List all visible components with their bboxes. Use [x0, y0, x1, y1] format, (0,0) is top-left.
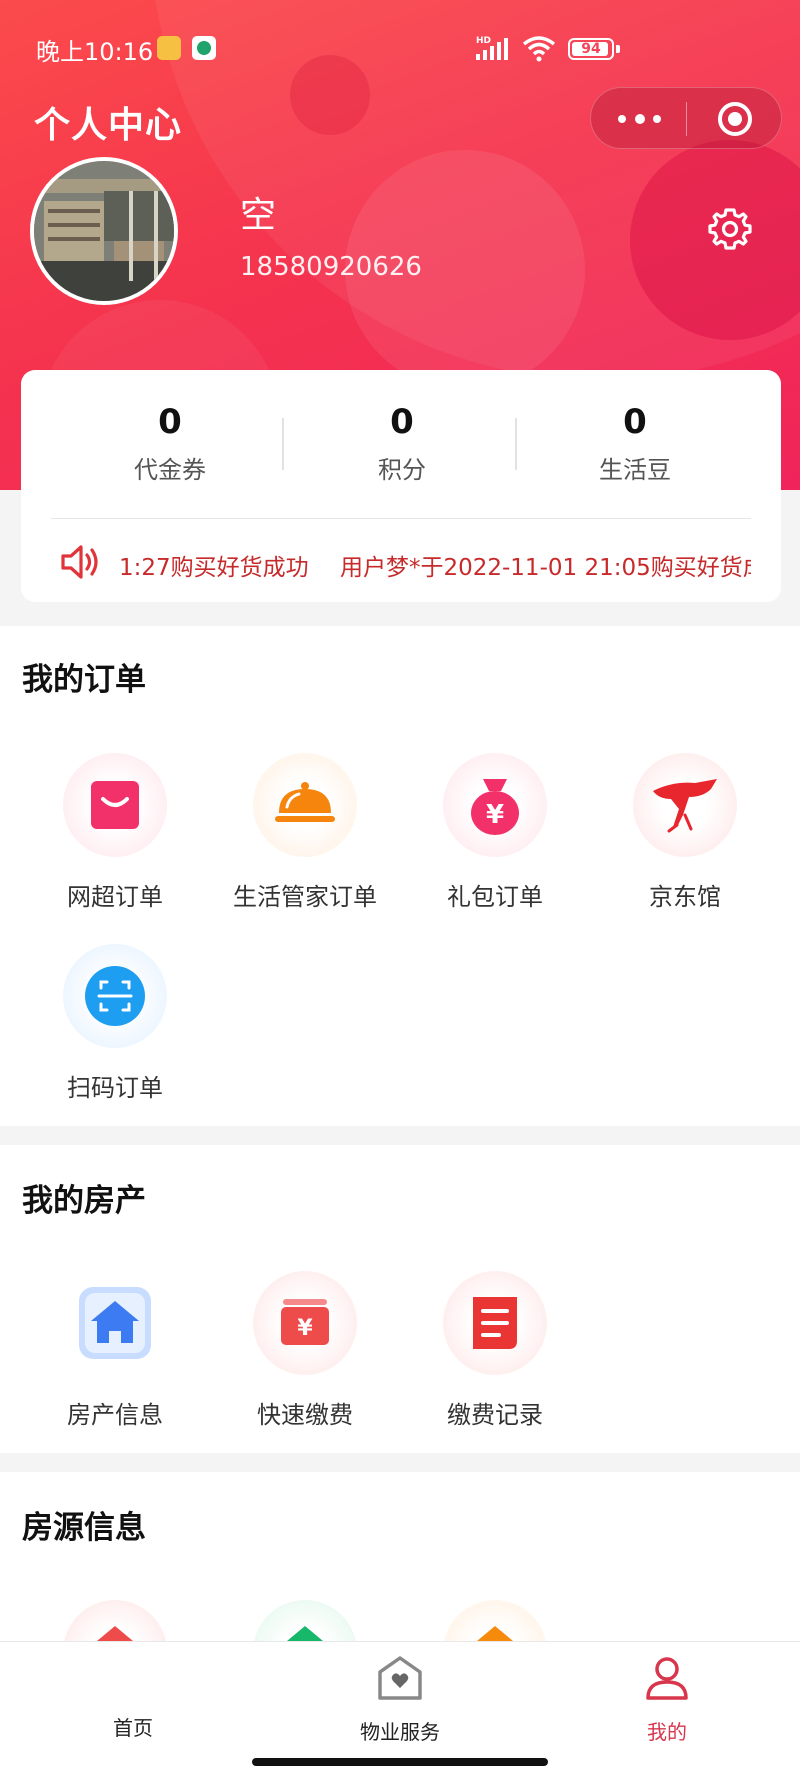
house-green-icon	[253, 1600, 357, 1642]
nav-label: 物业服务	[360, 1720, 440, 1744]
property-label: 缴费记录	[447, 1401, 543, 1429]
property-label: 快速缴费	[257, 1401, 353, 1429]
speaker-icon	[61, 545, 98, 579]
voucher-label: 代金券	[134, 456, 206, 484]
divider	[51, 518, 751, 519]
order-label: 网超订单	[67, 883, 163, 911]
more-dot	[618, 115, 626, 123]
avatar-photo	[34, 161, 174, 301]
bill-icon	[443, 1271, 547, 1375]
shopping-bag-icon	[63, 753, 167, 857]
page-title: 个人中心	[34, 105, 183, 146]
yen-wallet-icon: ¥	[253, 1271, 357, 1375]
nav-property-service[interactable]: 物业服务	[300, 1654, 500, 1745]
close-miniapp-button[interactable]	[687, 88, 783, 150]
stat-divider	[515, 418, 517, 470]
stat-divider	[282, 418, 284, 470]
more-dot	[653, 115, 661, 123]
order-label: 礼包订单	[447, 883, 543, 911]
listing-item[interactable]	[400, 1600, 590, 1642]
listing-item[interactable]	[20, 1600, 210, 1642]
house-icon	[63, 1271, 167, 1375]
property-info[interactable]: 房产信息	[20, 1271, 210, 1430]
house-orange-icon	[443, 1600, 547, 1642]
status-bar: 晚上10:16 HD 94	[0, 28, 800, 68]
nav-label: 首页	[113, 1716, 153, 1740]
nav-home[interactable]: 首页	[33, 1654, 233, 1741]
home-icon	[109, 1654, 157, 1702]
more-button[interactable]	[591, 88, 687, 150]
nav-mine[interactable]: 我的	[567, 1654, 767, 1745]
gear-icon[interactable]	[708, 207, 752, 251]
quick-payment[interactable]: ¥ 快速缴费	[210, 1271, 400, 1430]
section-title: 房源信息	[22, 1510, 146, 1546]
property-service-icon	[378, 1656, 422, 1700]
wifi-icon	[522, 36, 556, 62]
order-jd-store[interactable]: 京东馆	[590, 753, 780, 912]
points-label: 积分	[378, 456, 426, 484]
property-section: 我的房产 房产信息 ¥ 快速缴费 缴费记录	[0, 1145, 800, 1453]
ticker-message: 用户梦*于2022-11-01 21:05购买好货成	[339, 555, 751, 581]
house-red-icon	[63, 1600, 167, 1642]
orders-section: 我的订单 网超订单 生活管家订单 ¥ 礼包订单 京东馆 扫码订单	[0, 626, 800, 1126]
jd-dog-icon	[633, 753, 737, 857]
user-phone: 18580920626	[240, 252, 422, 282]
money-bag-icon: ¥	[443, 753, 547, 857]
nav-label: 我的	[647, 1720, 687, 1744]
order-label: 扫码订单	[67, 1074, 163, 1102]
more-dot	[635, 114, 645, 124]
order-label: 生活管家订单	[233, 883, 377, 911]
points-stat[interactable]: 0 积分	[285, 400, 519, 485]
stats-card: 0 代金券 0 积分 0 生活豆 1:27购买好货成功 用户梦*于2022-11…	[21, 370, 781, 602]
order-gift-pack[interactable]: ¥ 礼包订单	[400, 753, 590, 912]
target-dot	[728, 112, 742, 126]
avatar[interactable]	[30, 157, 178, 305]
voucher-stat[interactable]: 0 代金券	[53, 400, 287, 485]
battery-icon: 94	[568, 38, 614, 60]
ticker-message: 1:27购买好货成功	[119, 555, 309, 581]
scan-icon	[63, 944, 167, 1048]
order-scan[interactable]: 扫码订单	[20, 944, 210, 1103]
svg-text:¥: ¥	[297, 1316, 313, 1341]
network-type-label: HD	[476, 36, 491, 46]
food-cloche-icon	[253, 753, 357, 857]
signal-icon: HD	[476, 36, 508, 60]
battery-tip	[616, 45, 620, 53]
battery-level: 94	[581, 41, 601, 57]
section-title: 我的房产	[22, 1183, 146, 1219]
beans-count: 0	[623, 402, 647, 442]
purchase-ticker[interactable]: 1:27购买好货成功 用户梦*于2022-11-01 21:05购买好货成	[119, 548, 751, 582]
order-life-butler[interactable]: 生活管家订单	[210, 753, 400, 912]
payment-records[interactable]: 缴费记录	[400, 1271, 590, 1430]
listing-item[interactable]	[210, 1600, 400, 1642]
order-label: 京东馆	[649, 883, 721, 911]
property-label: 房产信息	[67, 1401, 163, 1429]
home-indicator[interactable]	[252, 1758, 548, 1766]
status-time: 晚上10:16	[36, 38, 154, 66]
section-title: 我的订单	[22, 662, 146, 698]
points-count: 0	[390, 402, 414, 442]
profile-icon	[646, 1657, 688, 1700]
gallery-notification-icon	[157, 36, 181, 60]
app-notification-icon	[192, 36, 216, 60]
beans-stat[interactable]: 0 生活豆	[518, 400, 752, 485]
user-name: 空	[240, 195, 277, 236]
voucher-count: 0	[158, 402, 182, 442]
miniapp-capsule	[590, 87, 782, 149]
order-online-market[interactable]: 网超订单	[20, 753, 210, 912]
svg-text:¥: ¥	[486, 800, 504, 830]
beans-label: 生活豆	[599, 456, 671, 484]
listings-section: 房源信息	[0, 1472, 800, 1642]
